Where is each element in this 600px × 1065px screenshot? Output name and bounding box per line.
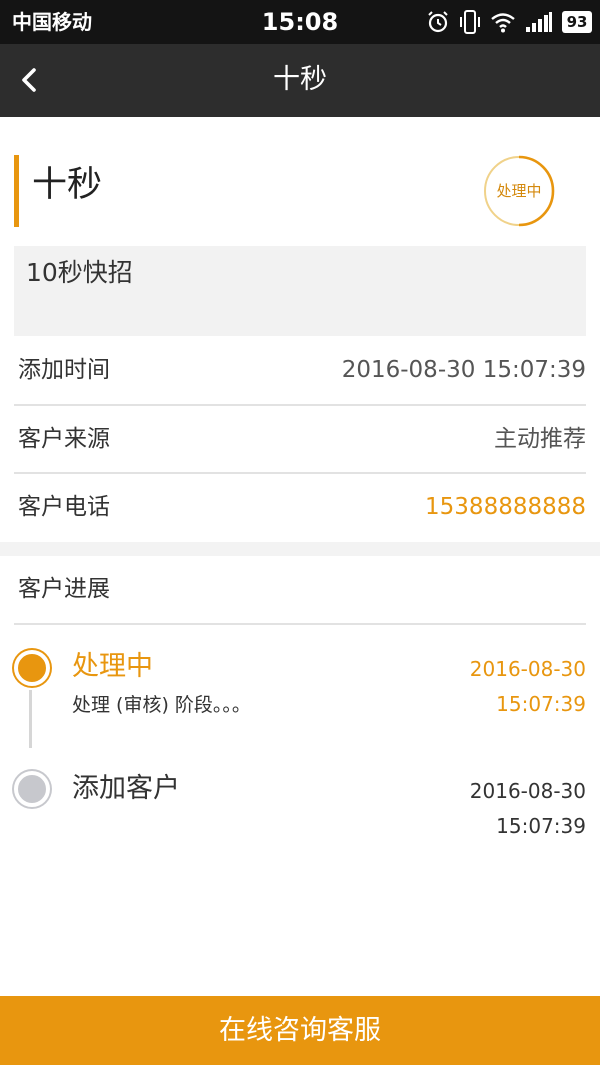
timeline-item-time: 15:07:39 bbox=[496, 692, 586, 716]
status-icons: 93 bbox=[426, 8, 592, 36]
timeline-connector bbox=[29, 690, 32, 748]
timeline-item-note: 处理 (审核) 阶段。。。 bbox=[72, 694, 251, 716]
source-value: 主动推荐 bbox=[494, 426, 586, 452]
nav-title: 十秒 bbox=[273, 64, 327, 95]
timeline-item-date: 2016-08-30 bbox=[469, 779, 586, 803]
section-gap bbox=[0, 542, 600, 556]
description-box: 10秒快招 bbox=[14, 246, 586, 336]
title-accent-bar bbox=[14, 155, 19, 227]
status-bar: 中国移动 15:08 93 bbox=[0, 0, 600, 44]
record-title: 十秒 bbox=[32, 165, 103, 205]
source-label: 客户来源 bbox=[18, 426, 110, 452]
signal-icon bbox=[526, 12, 552, 32]
phone-label: 客户电话 bbox=[18, 494, 110, 520]
description-text: 10秒快招 bbox=[26, 258, 133, 287]
divider bbox=[14, 623, 586, 625]
wifi-icon bbox=[491, 13, 515, 33]
timeline-item-title: 添加客户 bbox=[72, 773, 180, 804]
alarm-icon bbox=[428, 11, 448, 33]
timeline-dot-active bbox=[14, 650, 50, 686]
progress-heading: 客户进展 bbox=[18, 576, 110, 602]
consult-service-button[interactable]: 在线咨询客服 bbox=[0, 996, 600, 1065]
source-row: 客户来源 主动推荐 bbox=[0, 405, 600, 473]
add-time-value: 2016-08-30 15:07:39 bbox=[341, 357, 586, 383]
customer-detail-screen: 中国移动 15:08 93 十秒 十秒 处理中 10秒快招 添加时间 2016-… bbox=[0, 0, 600, 1065]
phone-link[interactable]: 15388888888 bbox=[425, 490, 586, 524]
phone-row[interactable]: 客户电话 15388888888 bbox=[0, 473, 600, 541]
add-time-row: 添加时间 2016-08-30 15:07:39 bbox=[0, 336, 600, 404]
timeline-item-date: 2016-08-30 bbox=[469, 657, 586, 681]
nav-bar: 十秒 bbox=[0, 44, 600, 117]
timeline-dot-inactive bbox=[14, 771, 50, 807]
timeline-item-time: 15:07:39 bbox=[496, 814, 586, 838]
status-badge: 处理中 bbox=[496, 182, 542, 200]
battery-icon: 93 bbox=[562, 11, 592, 33]
timeline-item-title: 处理中 bbox=[72, 651, 153, 682]
vibrate-icon bbox=[460, 10, 480, 34]
add-time-label: 添加时间 bbox=[18, 357, 110, 383]
